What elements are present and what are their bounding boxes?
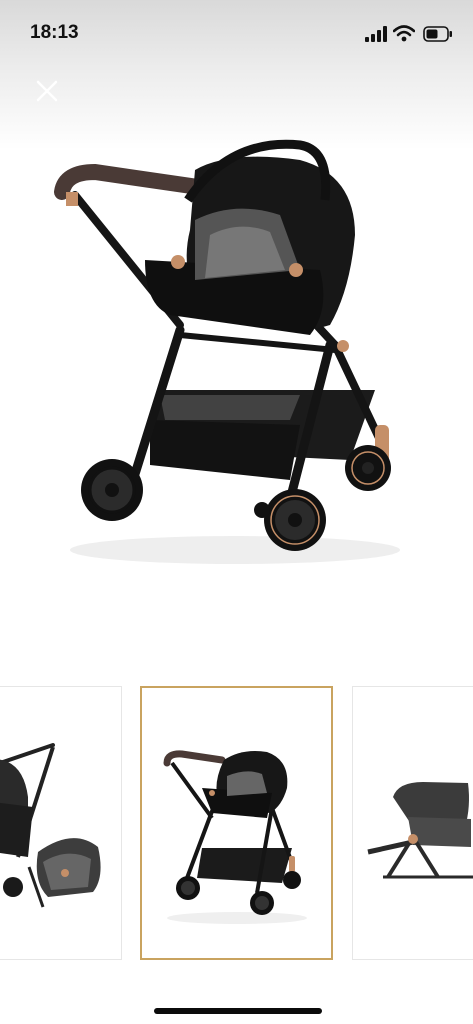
main-product-image: [0, 120, 473, 590]
status-time: 18:13: [30, 22, 79, 43]
thumbnail-2[interactable]: [140, 686, 333, 960]
status-bar: 18:13: [0, 0, 473, 68]
close-button[interactable]: [30, 74, 64, 108]
thumbnail-1[interactable]: [0, 686, 122, 960]
thumbnail-2-image: [163, 750, 307, 924]
thumbnail-3[interactable]: [352, 686, 473, 960]
battery-icon: [423, 26, 452, 42]
home-indicator: [154, 1008, 322, 1014]
thumbnail-3-image: [367, 782, 473, 879]
wifi-icon: [393, 25, 415, 42]
thumbnail-strip: [0, 686, 473, 964]
signal-icon: [365, 26, 387, 42]
status-icons: [365, 24, 455, 44]
stroller-image: [54, 139, 400, 564]
close-icon: [36, 80, 58, 102]
thumbnail-1-image: [0, 743, 101, 908]
